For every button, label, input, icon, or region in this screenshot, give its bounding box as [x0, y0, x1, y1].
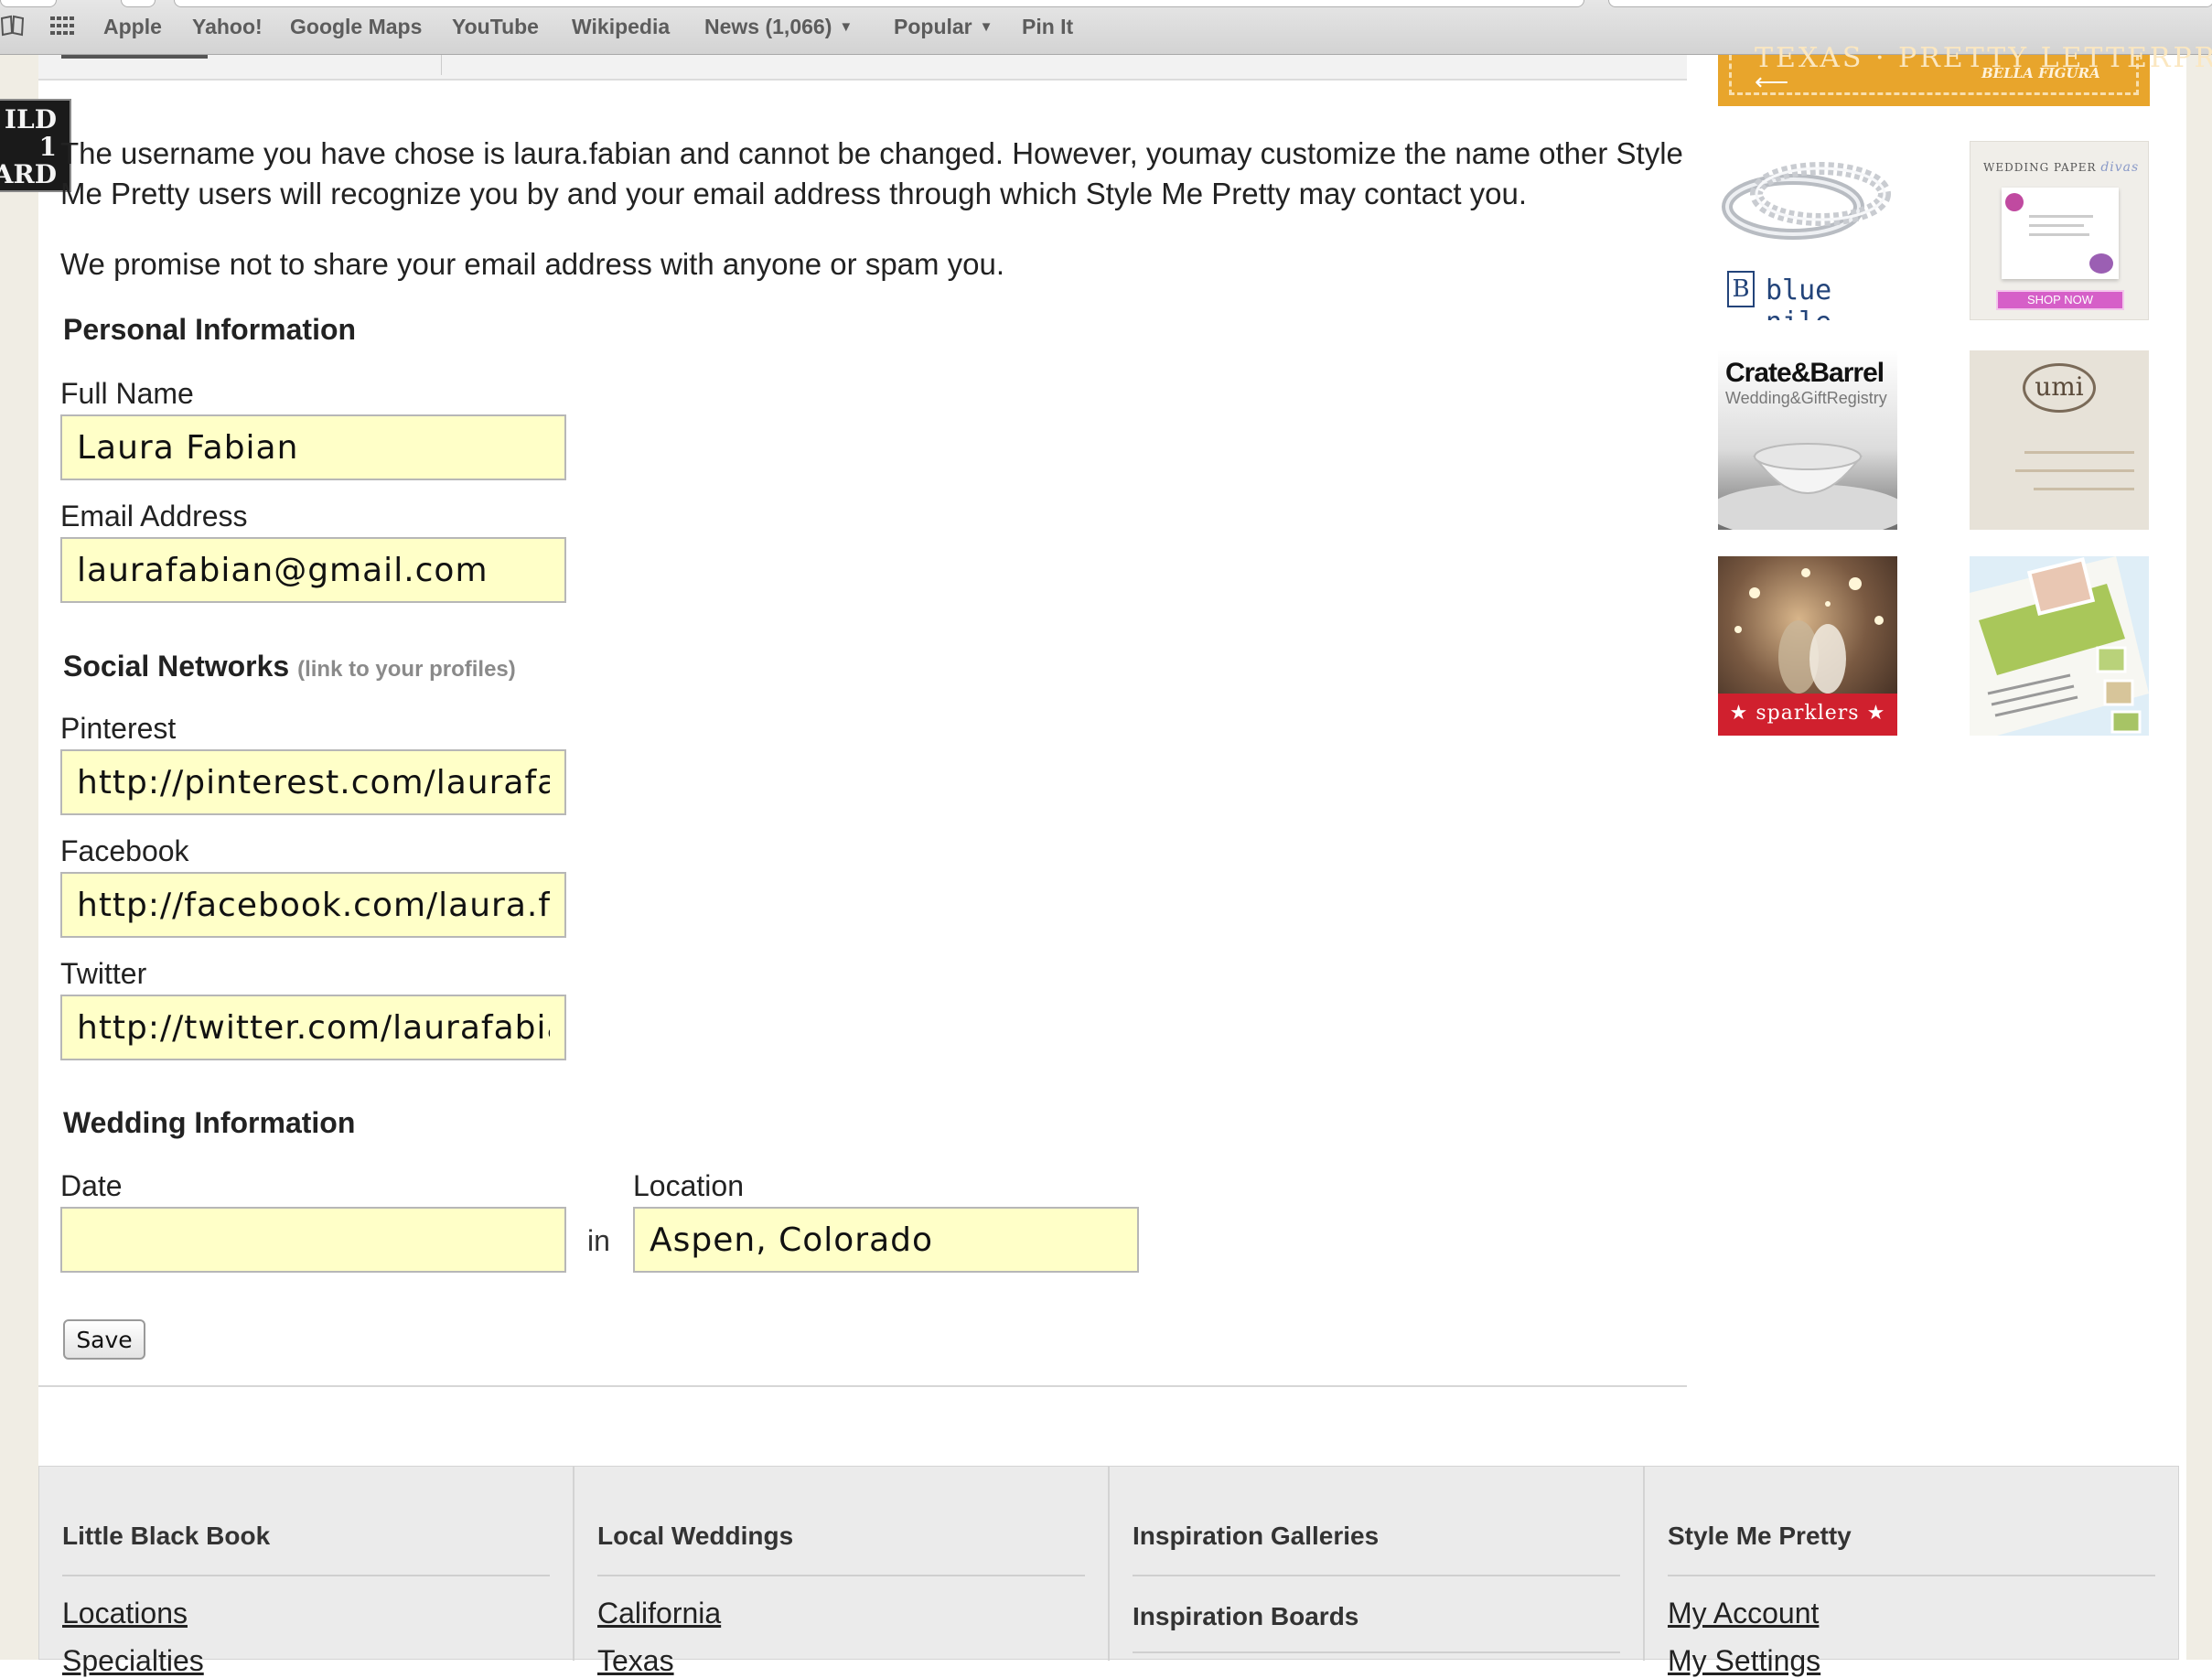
- footer-heading-local-weddings: Local Weddings: [597, 1522, 794, 1550]
- footer-divider: [1133, 1575, 1620, 1576]
- badge-line: ILD: [4, 104, 57, 134]
- footer-column: Inspiration Galleries Inspiration Boards: [1108, 1467, 1645, 1661]
- footer-column: Little Black Book Locations Specialties: [39, 1467, 573, 1677]
- wedding-location-input[interactable]: [633, 1207, 1139, 1273]
- footer-link-locations[interactable]: Locations: [62, 1597, 188, 1630]
- social-networks-title: Social Networks: [63, 650, 290, 683]
- bookmark-popular-menu[interactable]: Popular ▼: [894, 16, 993, 38]
- footer-heading-inspiration-galleries: Inspiration Galleries: [1133, 1522, 1380, 1550]
- pinterest-url-input[interactable]: [60, 749, 566, 815]
- sparklers-label-strip: ★ sparklers ★: [1718, 694, 1897, 736]
- sparklers-ad[interactable]: ★ sparklers ★: [1718, 556, 1897, 736]
- umi-logo-icon: umi: [2023, 363, 2096, 413]
- footer-column: Local Weddings California Texas: [573, 1467, 1110, 1677]
- back-forward-buttons[interactable]: [0, 0, 57, 7]
- privacy-promise: We promise not to share your email addre…: [60, 247, 1005, 281]
- bookmark-news-menu[interactable]: News (1,066) ▼: [704, 16, 853, 38]
- bookmark-news-label: News (1,066): [704, 15, 832, 38]
- badge-line: ARD: [0, 159, 57, 189]
- wedding-date-input[interactable]: [60, 1207, 566, 1273]
- form-divider: [38, 1385, 1687, 1387]
- page-right-gutter: [2186, 55, 2212, 1660]
- wedding-paper-label: WEDDING PAPER: [1983, 161, 2097, 174]
- social-networks-heading: Social Networks (link to your profiles): [63, 650, 516, 683]
- banner-subtitle: BELLA FIGURA: [1981, 65, 2100, 81]
- bookmark-yahoo[interactable]: Yahoo!: [192, 16, 263, 38]
- footer-link-my-settings[interactable]: My Settings: [1668, 1644, 1820, 1678]
- crate-barrel-title: Crate&Barrel: [1725, 358, 1884, 388]
- username-notice: The username you have chose is laura.fab…: [60, 134, 1689, 214]
- search-field[interactable]: [1608, 0, 2212, 7]
- footer-divider: [597, 1575, 1085, 1576]
- umi-label: umi: [2035, 371, 2084, 402]
- email-address-input[interactable]: [60, 537, 566, 603]
- wedding-paper-title: WEDDING PAPER divas: [1983, 160, 2139, 175]
- bookmark-google-maps[interactable]: Google Maps: [290, 16, 422, 38]
- footer-divider: [1668, 1575, 2155, 1576]
- username-notice-line: Me Pretty users will recognize you by an…: [60, 177, 1528, 210]
- tab-divider: [441, 55, 442, 75]
- facebook-url-input[interactable]: [60, 872, 566, 938]
- dropdown-caret-icon: ▼: [979, 19, 993, 35]
- footer-link-texas[interactable]: Texas: [597, 1644, 674, 1678]
- footer-divider: [62, 1575, 550, 1576]
- page-left-gutter: [0, 55, 38, 1660]
- footer-heading-little-black-book: Little Black Book: [62, 1522, 271, 1550]
- full-name-label: Full Name: [60, 377, 194, 410]
- footer-link-inspiration-boards[interactable]: Inspiration Boards: [1133, 1602, 1358, 1631]
- bookmark-wikipedia[interactable]: Wikipedia: [572, 16, 670, 38]
- footer-link-specialties[interactable]: Specialties: [62, 1644, 204, 1678]
- bookmark-pin-it[interactable]: Pin It: [1022, 16, 1073, 38]
- ring-icon: [1722, 162, 1891, 240]
- dropdown-caret-icon: ▼: [839, 19, 854, 35]
- date-label: Date: [60, 1169, 123, 1202]
- bowl-icon: [1718, 443, 1897, 530]
- share-button[interactable]: [121, 0, 156, 7]
- personal-info-heading: Personal Information: [63, 313, 357, 346]
- photo-collage-image: [1970, 556, 2149, 736]
- umi-letterpress-ad[interactable]: umi: [1970, 350, 2149, 530]
- footer-heading-style-me-pretty: Style Me Pretty: [1668, 1522, 1852, 1550]
- footer-column: Style Me Pretty My Account My Settings: [1643, 1467, 2180, 1677]
- wedding-info-heading: Wedding Information: [63, 1106, 356, 1139]
- blue-nile-label: blue nile.: [1766, 274, 1848, 320]
- footer-link-my-account[interactable]: My Account: [1668, 1597, 1819, 1630]
- full-name-input[interactable]: [60, 414, 566, 480]
- site-footer: Little Black Book Locations Specialties …: [38, 1466, 2180, 1677]
- in-label: in: [587, 1224, 610, 1257]
- wedding-paper-brand: divas: [2100, 160, 2140, 175]
- open-book-icon[interactable]: [0, 15, 26, 37]
- crate-and-barrel-ad[interactable]: Crate&Barrel Wedding&GiftRegistry: [1718, 350, 1897, 530]
- sparkler-burst-icon: [1734, 568, 1884, 694]
- bookmark-popular-label: Popular: [894, 15, 972, 38]
- blue-nile-ad[interactable]: B blue nile.: [1718, 141, 1897, 320]
- save-button[interactable]: Save: [63, 1319, 145, 1360]
- facebook-label: Facebook: [60, 834, 189, 867]
- twitter-url-input[interactable]: [60, 995, 566, 1060]
- email-address-label: Email Address: [60, 500, 248, 532]
- crate-barrel-subtitle: Wedding&GiftRegistry: [1725, 389, 1887, 407]
- content-tab-strip: [38, 55, 1687, 81]
- twitter-label: Twitter: [60, 957, 147, 990]
- footer-link-california[interactable]: California: [597, 1597, 721, 1630]
- grid-icon[interactable]: [49, 15, 75, 37]
- invitation-card-image: [2002, 188, 2119, 279]
- social-networks-hint: (link to your profiles): [297, 657, 516, 682]
- sparklers-label: sparklers: [1756, 702, 1860, 725]
- username-notice-line: The username you have chose is laura.fab…: [60, 136, 1683, 170]
- location-label: Location: [633, 1169, 744, 1202]
- bookmark-apple[interactable]: Apple: [103, 16, 162, 38]
- pinterest-label: Pinterest: [60, 712, 177, 745]
- letterpress-banner-ad[interactable]: TEXAS · PRETTY LETTERPRESS ⟵ BELLA FIGUR…: [1718, 42, 2212, 106]
- photo-collage-ad[interactable]: [1970, 556, 2149, 736]
- shop-now-button[interactable]: SHOP NOW: [1996, 290, 2124, 310]
- footer-divider: [1133, 1651, 1620, 1653]
- arrow-left-icon: ⟵: [1755, 68, 1789, 95]
- bookmark-youtube[interactable]: YouTube: [452, 16, 539, 38]
- address-field[interactable]: [174, 0, 1584, 7]
- badge-line: 1: [38, 132, 57, 162]
- wedding-paper-divas-ad[interactable]: WEDDING PAPER divas SHOP NOW: [1970, 141, 2149, 320]
- active-tab-indicator: [61, 55, 208, 59]
- blue-nile-logo-icon: B: [1727, 271, 1755, 307]
